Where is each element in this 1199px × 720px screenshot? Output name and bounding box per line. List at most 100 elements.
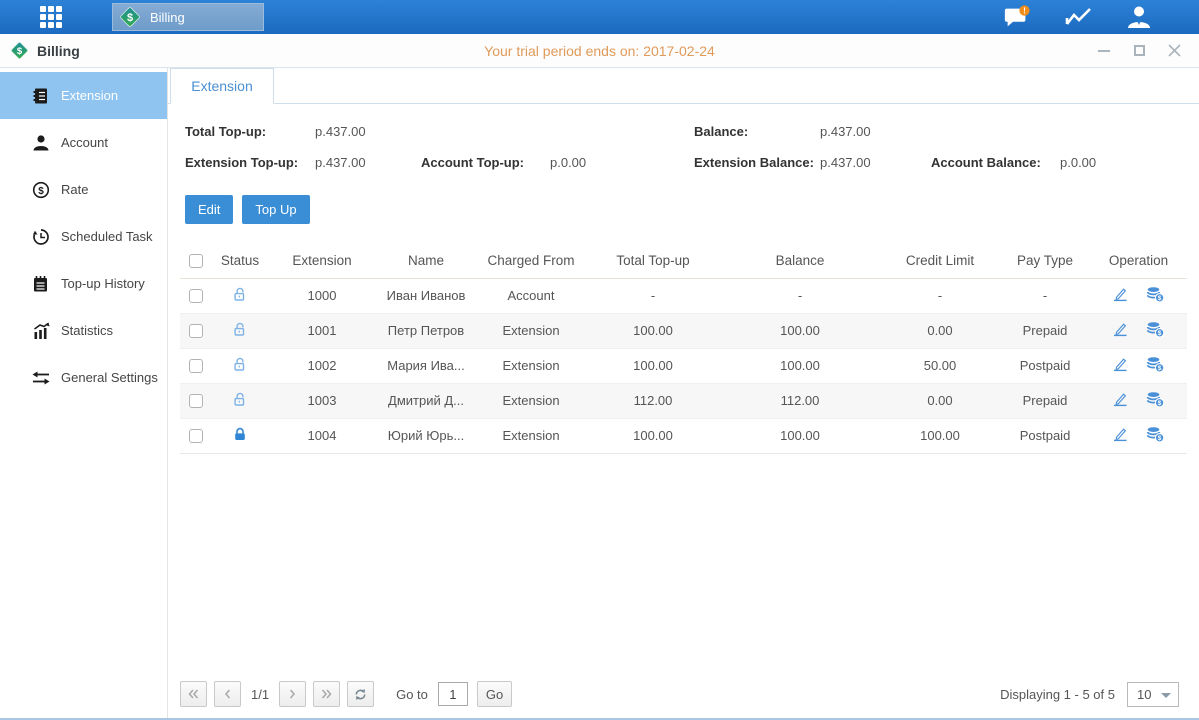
svg-text:$: $ xyxy=(1158,365,1162,372)
cell-credit-limit: 0.00 xyxy=(880,383,1000,418)
last-page-button[interactable] xyxy=(313,681,340,707)
col-status: Status xyxy=(212,244,268,278)
col-charged-from: Charged From xyxy=(476,244,586,278)
edit-row-button[interactable] xyxy=(1112,286,1129,305)
rate-dollar-circle-icon: $ xyxy=(31,180,50,199)
edit-row-button[interactable] xyxy=(1112,391,1129,410)
top-navbar: Billing ! xyxy=(0,0,1199,34)
cell-credit-limit: 100.00 xyxy=(880,418,1000,453)
cell-balance: 100.00 xyxy=(720,348,880,383)
go-button[interactable]: Go xyxy=(477,681,512,707)
message-icon: ! xyxy=(1003,4,1031,31)
top-up-button[interactable]: Top Up xyxy=(242,195,309,224)
top-up-row-button[interactable]: $ xyxy=(1146,356,1165,376)
row-checkbox[interactable] xyxy=(189,324,203,338)
goto-page-input[interactable] xyxy=(438,682,468,706)
notifications-button[interactable]: ! xyxy=(1003,4,1031,30)
sidebar-item-label: Scheduled Task xyxy=(61,229,153,244)
cell-charged-from: Extension xyxy=(476,383,586,418)
sidebar: Extension Account $ Rate Scheduled Task xyxy=(0,68,168,718)
maximize-button[interactable] xyxy=(1132,44,1146,58)
sidebar-item-topup-history[interactable]: Top-up History xyxy=(0,260,167,307)
monitor-button[interactable] xyxy=(1064,4,1092,30)
user-account-button[interactable] xyxy=(1125,4,1153,30)
cell-balance: 112.00 xyxy=(720,383,880,418)
balance-summary: Total Top-up: p.437.00 Balance: p.437.00… xyxy=(168,104,1199,178)
edit-button[interactable]: Edit xyxy=(185,195,233,224)
sidebar-item-statistics[interactable]: Statistics xyxy=(0,307,167,354)
table-row: 1000 Иван Иванов Account - - - - $ xyxy=(180,278,1187,313)
col-extension: Extension xyxy=(268,244,376,278)
edit-row-button[interactable] xyxy=(1112,426,1129,445)
prev-page-button[interactable] xyxy=(214,681,241,707)
cell-name: Дмитрий Д... xyxy=(376,383,476,418)
sidebar-item-general-settings[interactable]: General Settings xyxy=(0,354,167,401)
refresh-icon xyxy=(354,688,367,701)
close-button[interactable] xyxy=(1167,44,1181,58)
col-operation: Operation xyxy=(1090,244,1187,278)
next-page-icon xyxy=(289,689,296,699)
sidebar-item-scheduled-task[interactable]: Scheduled Task xyxy=(0,213,167,260)
app-menu-button[interactable] xyxy=(34,0,68,34)
notepad-icon xyxy=(31,274,50,293)
window-title: Billing xyxy=(37,43,80,59)
top-up-row-button[interactable]: $ xyxy=(1146,286,1165,306)
billing-window-icon xyxy=(10,41,29,60)
billing-app-tab[interactable]: Billing xyxy=(112,3,264,31)
row-checkbox[interactable] xyxy=(189,429,203,443)
status-lock-icon[interactable] xyxy=(232,391,248,410)
top-up-row-button[interactable]: $ xyxy=(1146,391,1165,411)
row-checkbox[interactable] xyxy=(189,359,203,373)
cell-charged-from: Extension xyxy=(476,313,586,348)
page-size-select[interactable]: 10 xyxy=(1127,682,1179,707)
cell-total-topup: - xyxy=(586,278,720,313)
cell-credit-limit: 0.00 xyxy=(880,313,1000,348)
cell-charged-from: Extension xyxy=(476,348,586,383)
row-checkbox[interactable] xyxy=(189,289,203,303)
top-up-row-button[interactable]: $ xyxy=(1146,321,1165,341)
edit-row-button[interactable] xyxy=(1112,356,1129,375)
cell-total-topup: 100.00 xyxy=(586,348,720,383)
col-name: Name xyxy=(376,244,476,278)
cell-credit-limit: - xyxy=(880,278,1000,313)
refresh-button[interactable] xyxy=(347,681,374,707)
sidebar-item-rate[interactable]: $ Rate xyxy=(0,166,167,213)
cell-credit-limit: 50.00 xyxy=(880,348,1000,383)
page-size-value: 10 xyxy=(1137,687,1151,702)
sidebar-item-account[interactable]: Account xyxy=(0,119,167,166)
cell-total-topup: 100.00 xyxy=(586,418,720,453)
account-balance-label: Account Balance: xyxy=(931,155,1060,170)
sidebar-item-label: Extension xyxy=(61,88,118,103)
minimize-button[interactable] xyxy=(1097,44,1111,58)
page-indicator: 1/1 xyxy=(251,687,269,702)
status-lock-icon[interactable] xyxy=(232,286,248,305)
cell-charged-from: Account xyxy=(476,278,586,313)
tab-extension[interactable]: Extension xyxy=(170,68,274,104)
status-lock-icon[interactable] xyxy=(232,321,248,340)
cell-extension: 1004 xyxy=(268,418,376,453)
cell-pay-type: Prepaid xyxy=(1000,313,1090,348)
prev-page-icon xyxy=(224,689,231,699)
sidebar-item-extension[interactable]: Extension xyxy=(0,72,167,119)
billing-dollar-icon xyxy=(119,6,141,28)
billing-app-tab-label: Billing xyxy=(150,10,185,25)
extension-book-icon xyxy=(31,86,50,105)
col-balance: Balance xyxy=(720,244,880,278)
status-lock-icon[interactable] xyxy=(232,356,248,375)
total-topup-value: p.437.00 xyxy=(315,124,694,139)
next-page-button[interactable] xyxy=(279,681,306,707)
table-row: 1002 Мария Ива... Extension 100.00 100.0… xyxy=(180,348,1187,383)
top-up-row-button[interactable]: $ xyxy=(1146,426,1165,446)
sidebar-item-label: Top-up History xyxy=(61,276,145,291)
status-lock-icon[interactable] xyxy=(232,426,248,445)
extension-topup-value: p.437.00 xyxy=(315,155,421,170)
cell-name: Петр Петров xyxy=(376,313,476,348)
account-topup-label: Account Top-up: xyxy=(421,155,550,170)
extension-balance-label: Extension Balance: xyxy=(694,155,820,170)
cell-name: Мария Ива... xyxy=(376,348,476,383)
displaying-info: Displaying 1 - 5 of 5 xyxy=(1000,687,1115,702)
select-all-checkbox[interactable] xyxy=(189,254,203,268)
row-checkbox[interactable] xyxy=(189,394,203,408)
first-page-button[interactable] xyxy=(180,681,207,707)
edit-row-button[interactable] xyxy=(1112,321,1129,340)
